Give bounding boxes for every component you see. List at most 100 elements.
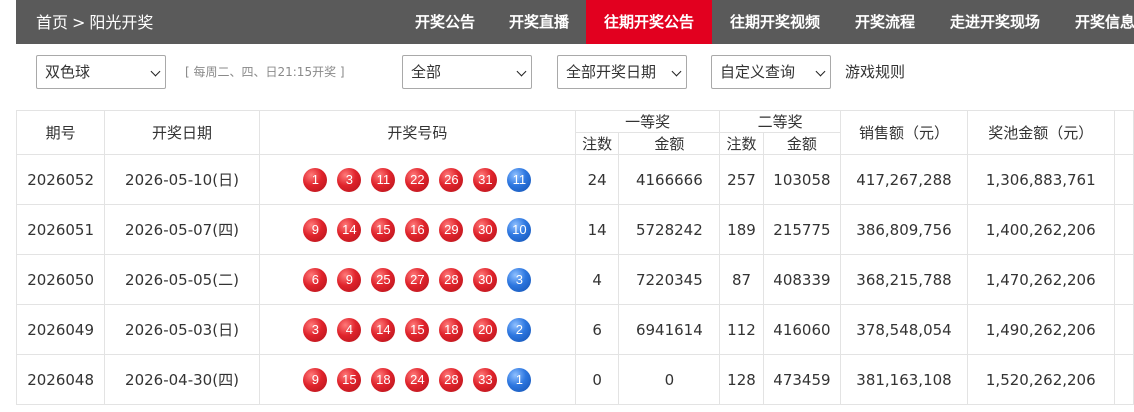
red-ball: 4: [337, 317, 362, 342]
custom-query-select[interactable]: 自定义查询: [711, 55, 831, 89]
blue-ball: 11: [507, 167, 532, 192]
red-ball: 6: [303, 267, 328, 292]
red-ball: 15: [371, 217, 396, 242]
nav-past-draw-announcements[interactable]: 往期开奖公告: [586, 0, 712, 44]
pool-cell: 1,490,262,206: [966, 304, 1115, 355]
breadcrumb: 首页 > 阳光开奖: [36, 0, 153, 44]
winning-numbers-cell: 3 4 14 15 18 20 2: [258, 304, 576, 355]
nav-live-draw[interactable]: 开奖直播: [492, 0, 586, 44]
second-prize-count-cell: 257: [719, 154, 764, 205]
blue-ball: 2: [507, 317, 532, 342]
second-prize-count-cell: 128: [719, 354, 764, 405]
blue-ball: 1: [507, 367, 532, 392]
breadcrumb-current: 阳光开奖: [89, 13, 154, 32]
first-prize-amount-cell: 4166666: [618, 154, 721, 205]
red-ball: 9: [303, 367, 328, 392]
period-cell: 2026052: [15, 154, 106, 205]
first-prize-amount-cell: 5728242: [618, 204, 721, 255]
overflow-cell: [1113, 354, 1134, 405]
scope-value: 全部: [411, 63, 442, 81]
results-table-wrapper: 期号 开奖日期 开奖号码 一等奖 二等奖 销售额（元） 奖池金额（元） 注数 金…: [15, 110, 1134, 405]
red-ball: 26: [439, 167, 464, 192]
pool-cell: 1,520,262,206: [966, 354, 1115, 405]
sales-cell: 381,163,108: [840, 354, 968, 405]
red-ball: 22: [405, 167, 430, 192]
second-prize-count-cell: 87: [719, 254, 764, 305]
date-range-select[interactable]: 全部开奖日期: [557, 55, 687, 89]
header-second-count: 注数: [719, 132, 764, 155]
header-overflow: [1113, 110, 1134, 155]
lottery-type-select[interactable]: 双色球: [36, 55, 166, 89]
blue-ball: 3: [507, 267, 532, 292]
red-ball: 15: [405, 317, 430, 342]
red-ball: 27: [405, 267, 430, 292]
red-ball: 30: [473, 267, 498, 292]
overflow-cell: [1113, 304, 1134, 355]
header-first-count: 注数: [574, 132, 620, 155]
draw-date-cell: 2026-05-07(四): [104, 204, 260, 255]
second-prize-amount-cell: 416060: [762, 304, 842, 355]
second-prize-amount-cell: 215775: [762, 204, 842, 255]
red-ball: 29: [439, 217, 464, 242]
header-winning-numbers: 开奖号码: [258, 110, 576, 155]
sales-cell: 417,267,288: [840, 154, 968, 205]
nav-draw-process[interactable]: 开奖流程: [838, 0, 932, 44]
red-ball: 3: [337, 167, 362, 192]
overflow-cell: [1113, 254, 1134, 305]
red-ball: 20: [473, 317, 498, 342]
header-first-prize: 一等奖: [574, 110, 721, 133]
sales-cell: 368,215,788: [840, 254, 968, 305]
draw-date-cell: 2026-05-05(二): [104, 254, 260, 305]
winning-numbers-cell: 9 15 18 24 28 33 1: [258, 354, 576, 405]
first-prize-amount-cell: 0: [618, 354, 721, 405]
second-prize-amount-cell: 408339: [762, 254, 842, 305]
pool-cell: 1,400,262,206: [966, 204, 1115, 255]
first-prize-amount-cell: 7220345: [618, 254, 721, 305]
nav-visit-draw-site[interactable]: 走进开奖现场: [932, 0, 1058, 44]
game-rules-link[interactable]: 游戏规则: [845, 55, 905, 89]
table-row: 2026052 2026-05-10(日) 1 3 11 22 26 31 11 24 416666…: [15, 154, 1134, 205]
table-row: 2026050 2026-05-05(二) 6 9 25 27 28 30 3 4 7220345 8…: [15, 254, 1134, 305]
nav-draw-info[interactable]: 开奖信息: [1058, 0, 1134, 44]
sales-cell: 378,548,054: [840, 304, 968, 355]
winning-numbers-cell: 9 14 15 16 29 30 10: [258, 204, 576, 255]
overflow-cell: [1113, 154, 1134, 205]
winning-numbers-cell: 1 3 11 22 26 31 11: [258, 154, 576, 205]
draw-date-cell: 2026-04-30(四): [104, 354, 260, 405]
first-prize-count-cell: 24: [574, 154, 620, 205]
lottery-type-value: 双色球: [45, 63, 91, 81]
period-cell: 2026048: [15, 354, 106, 405]
header-second-amount: 金额: [762, 132, 842, 155]
first-prize-count-cell: 0: [574, 354, 620, 405]
chevron-down-icon: [815, 66, 826, 77]
red-ball: 9: [337, 267, 362, 292]
period-cell: 2026049: [15, 304, 106, 355]
first-prize-count-cell: 4: [574, 254, 620, 305]
header-pool: 奖池金额（元）: [966, 110, 1115, 155]
chevron-down-icon: [150, 66, 161, 77]
red-ball: 11: [371, 167, 396, 192]
pool-cell: 1,470,262,206: [966, 254, 1115, 305]
breadcrumb-home-link[interactable]: 首页: [36, 13, 68, 32]
red-ball: 33: [473, 367, 498, 392]
second-prize-amount-cell: 103058: [762, 154, 842, 205]
red-ball: 25: [371, 267, 396, 292]
scope-select[interactable]: 全部: [402, 55, 532, 89]
header-sales: 销售额（元）: [840, 110, 968, 155]
red-ball: 15: [337, 367, 362, 392]
red-ball: 30: [473, 217, 498, 242]
blue-ball: 10: [507, 217, 532, 242]
draw-schedule-note: [ 每周二、四、日21:15开奖 ]: [185, 65, 345, 79]
second-prize-count-cell: 189: [719, 204, 764, 255]
header-second-prize: 二等奖: [719, 110, 842, 133]
table-row: 2026051 2026-05-07(四) 9 14 15 16 29 30 10 14 57282…: [15, 204, 1134, 255]
red-ball: 14: [337, 217, 362, 242]
header-draw-date: 开奖日期: [104, 110, 260, 155]
nav-past-draw-videos[interactable]: 往期开奖视频: [712, 0, 838, 44]
winning-numbers-cell: 6 9 25 27 28 30 3: [258, 254, 576, 305]
nav-draw-announcement[interactable]: 开奖公告: [398, 0, 492, 44]
period-cell: 2026050: [15, 254, 106, 305]
red-ball: 1: [303, 167, 328, 192]
red-ball: 24: [405, 367, 430, 392]
red-ball: 18: [371, 367, 396, 392]
